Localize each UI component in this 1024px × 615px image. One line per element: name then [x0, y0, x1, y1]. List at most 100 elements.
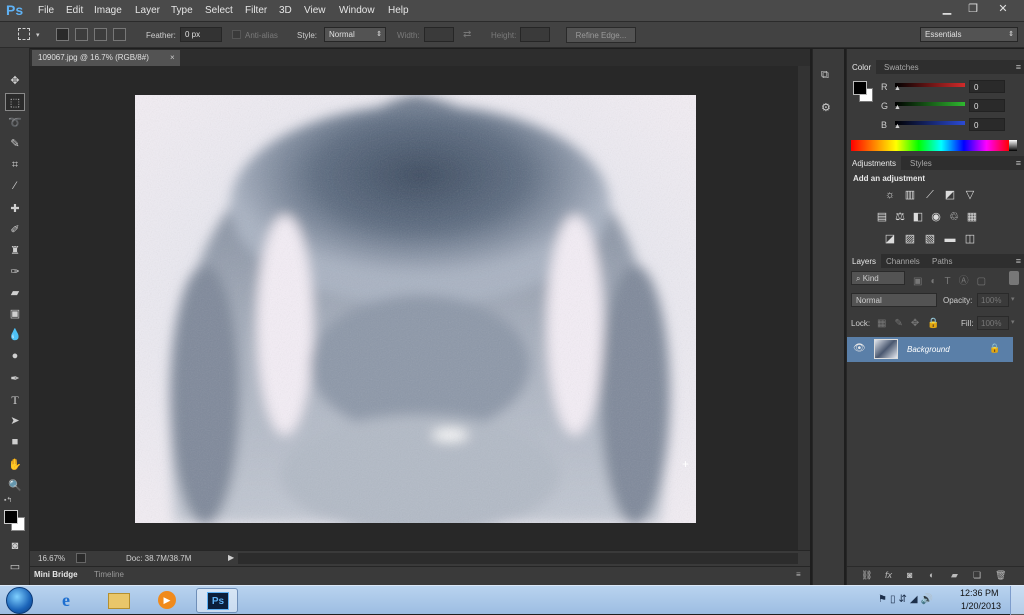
eraser-tool-icon[interactable]: ▰ [5, 284, 25, 302]
taskbar-internet-explorer[interactable]: e [50, 588, 92, 613]
quick-mask-icon[interactable]: ◙ [5, 537, 25, 555]
eyedropper-tool-icon[interactable]: ⁄ [5, 177, 25, 195]
red-slider[interactable] [895, 83, 965, 87]
red-value[interactable]: 0 [969, 80, 1005, 93]
menu-filter[interactable]: Filter [245, 5, 267, 16]
start-orb-icon[interactable] [6, 587, 33, 614]
horizontal-scrollbar[interactable] [238, 553, 798, 564]
lasso-tool-icon[interactable]: ➰ [5, 114, 25, 132]
document-image[interactable] [135, 95, 696, 523]
tab-mini-bridge[interactable]: Mini Bridge [34, 570, 78, 579]
quick-selection-tool-icon[interactable]: ✎ [5, 135, 25, 153]
levels-icon[interactable]: ▥ [903, 189, 917, 202]
color-foreground-swatch[interactable] [853, 81, 867, 95]
history-brush-tool-icon[interactable]: ✑ [5, 263, 25, 281]
link-layers-icon[interactable]: ⛓ [861, 570, 872, 581]
tab-swatches[interactable]: Swatches [879, 60, 924, 74]
menu-3d[interactable]: 3D [279, 5, 292, 16]
feather-input[interactable]: 0 px [180, 27, 222, 42]
system-tray-icons[interactable]: ⚑▯⇵◢🔊 [878, 594, 936, 605]
canvas-area[interactable]: + [30, 66, 798, 550]
close-icon[interactable]: ✕ [992, 2, 1014, 16]
swap-arrows-icon[interactable]: ⇄ [463, 29, 471, 40]
panel-menu-icon[interactable]: ≡ [1016, 62, 1021, 72]
taskbar-windows-explorer[interactable] [98, 588, 140, 613]
height-input[interactable] [520, 27, 550, 42]
brightness-contrast-icon[interactable]: ☼ [883, 189, 897, 202]
selective-color-icon[interactable]: ◫ [963, 233, 977, 246]
visibility-eye-icon[interactable]: 👁 [853, 343, 866, 354]
document-tab[interactable]: 109067.jpg @ 16.7% (RGB/8#) × [32, 50, 180, 66]
clock-time[interactable]: 12:36 PM [960, 588, 999, 598]
blur-tool-icon[interactable]: 💧 [5, 326, 25, 344]
panel-menu-icon[interactable]: ≡ [1016, 256, 1021, 266]
status-info-icon[interactable] [76, 553, 86, 563]
show-desktop-button[interactable] [1010, 586, 1024, 615]
workspace-select[interactable]: Essentials ⇕ [920, 27, 1018, 42]
menu-edit[interactable]: Edit [66, 5, 83, 16]
screen-mode-icon[interactable]: ▭ [5, 558, 25, 576]
dodge-tool-icon[interactable]: ● [5, 347, 25, 365]
zoom-level[interactable]: 16.67% [38, 554, 65, 563]
blend-mode-select[interactable]: Normal [851, 293, 937, 307]
color-lookup-icon[interactable]: ▦ [965, 211, 979, 224]
green-slider[interactable] [895, 102, 965, 106]
menu-help[interactable]: Help [388, 5, 409, 16]
tab-adjustments[interactable]: Adjustments [847, 156, 902, 170]
chevron-down-icon[interactable]: ▾ [1011, 318, 1015, 326]
add-to-selection-icon[interactable] [75, 28, 88, 41]
refine-edge-button[interactable]: Refine Edge... [566, 27, 636, 43]
slider-thumb-icon[interactable]: ▲ [894, 123, 901, 130]
menu-select[interactable]: Select [205, 5, 233, 16]
green-value[interactable]: 0 [969, 99, 1005, 112]
brush-tool-icon[interactable]: ✐ [5, 221, 25, 239]
style-select[interactable]: Normal ⇕ [324, 27, 386, 42]
menu-type[interactable]: Type [171, 5, 193, 16]
healing-brush-tool-icon[interactable]: ✚ [5, 200, 25, 218]
color-balance-icon[interactable]: ⚖ [893, 211, 907, 224]
crop-tool-icon[interactable]: ⌗ [5, 156, 25, 174]
trash-icon[interactable]: 🗑 [995, 570, 1006, 581]
subtract-from-selection-icon[interactable] [94, 28, 107, 41]
properties-panel-icon[interactable]: ⚙ [821, 101, 831, 114]
color-ramp-bw[interactable] [1009, 140, 1017, 151]
intersect-selection-icon[interactable] [113, 28, 126, 41]
status-menu-arrow-icon[interactable]: ▶ [228, 553, 234, 562]
foreground-color-swatch[interactable] [4, 510, 18, 524]
hand-tool-icon[interactable]: ✋ [5, 456, 25, 474]
new-group-icon[interactable]: ▰ [951, 570, 958, 581]
vertical-scrollbar[interactable] [798, 66, 810, 550]
slider-thumb-icon[interactable]: ▲ [894, 104, 901, 111]
taskbar-media-player[interactable]: ▶ [146, 588, 188, 613]
gradient-map-icon[interactable]: ▬ [943, 233, 957, 246]
gradient-tool-icon[interactable]: ▣ [5, 305, 25, 323]
posterize-icon[interactable]: ▨ [903, 233, 917, 246]
color-spectrum[interactable] [851, 140, 1009, 151]
close-tab-icon[interactable]: × [170, 53, 175, 62]
layer-name[interactable]: Background [907, 345, 950, 354]
rectangle-tool-icon[interactable]: ■ [5, 433, 25, 451]
threshold-icon[interactable]: ▧ [923, 233, 937, 246]
tab-timeline[interactable]: Timeline [94, 570, 124, 579]
default-colors-icon[interactable]: ▪↰ [4, 496, 12, 504]
tab-color[interactable]: Color [847, 60, 877, 74]
menu-view[interactable]: View [304, 5, 326, 16]
pen-tool-icon[interactable]: ✒ [5, 370, 25, 388]
rectangular-marquee-tool-icon[interactable]: ⬚ [5, 93, 25, 111]
menu-window[interactable]: Window [339, 5, 375, 16]
panel-menu-icon[interactable]: ≡ [1016, 158, 1021, 168]
antialias-checkbox[interactable] [232, 30, 241, 39]
curves-icon[interactable]: ⟋ [923, 189, 937, 202]
hue-saturation-icon[interactable]: ▤ [875, 211, 889, 224]
tab-paths[interactable]: Paths [927, 254, 957, 268]
layer-row[interactable]: 👁 Background 🔒 [847, 337, 1013, 362]
adjustment-layer-icon[interactable]: ◐ [929, 570, 934, 580]
vibrance-icon[interactable]: ▽ [963, 189, 977, 202]
photo-filter-icon[interactable]: ◉ [929, 211, 943, 224]
channel-mixer-icon[interactable]: ♲ [947, 211, 961, 224]
tab-styles[interactable]: Styles [905, 156, 937, 170]
clone-stamp-tool-icon[interactable]: ♜ [5, 242, 25, 260]
path-selection-tool-icon[interactable]: ➤ [5, 412, 25, 430]
chevron-down-icon[interactable]: ▾ [36, 31, 40, 39]
type-tool-icon[interactable]: T [5, 391, 25, 409]
